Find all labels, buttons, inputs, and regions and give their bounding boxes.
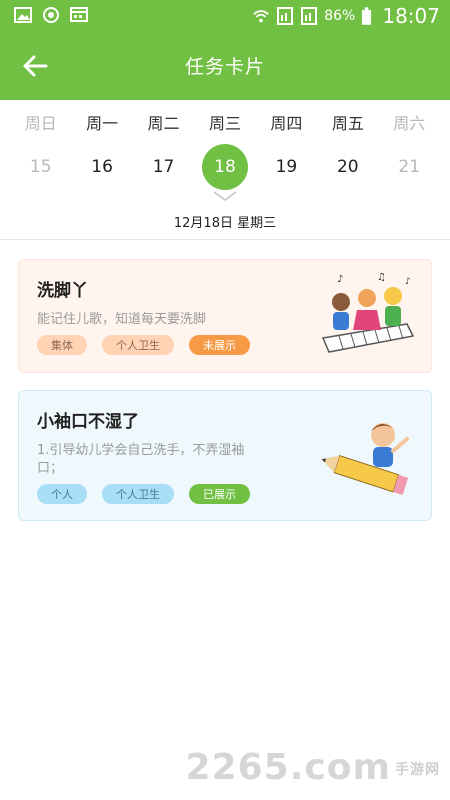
battery-icon [362,6,372,25]
wifi-icon [253,10,270,23]
weekday-label: 周一 [86,114,119,133]
calendar-day[interactable]: 周二 17 [133,110,194,190]
app-header: 86% 18:07 任务卡片 [0,0,450,100]
status-bar: 86% 18:07 [0,0,450,32]
calendar-day[interactable]: 周五 20 [317,110,378,190]
calendar-day[interactable]: 周三 18 [194,110,255,190]
tag-status: 已展示 [189,484,250,504]
sync-icon [43,7,59,23]
weekday-label: 周三 [208,114,241,133]
calendar-day[interactable]: 周四 19 [256,110,317,190]
site-watermark: 2265.com 手游网 [186,747,440,788]
kids-music-illustration: ♪ ♫ ♪ [321,272,415,353]
calendar-day[interactable]: 周六 21 [379,110,440,190]
calendar-grid-icon [70,7,88,22]
date-number: 17 [152,157,175,177]
task-card[interactable]: 洗脚丫 能记住儿歌，知道每天要洗脚 集体 个人卫生 未展示 ♪ ♫ ♪ [18,259,432,373]
card-description: 1.引导幼儿学会自己洗手，不弄湿袖口； [37,443,245,476]
watermark-brand: 2265 [185,747,290,788]
svg-text:♫: ♫ [377,272,386,283]
date-number: 20 [336,157,359,177]
weekday-label: 周四 [270,114,303,133]
date-number: 19 [275,157,298,177]
watermark-suffix: .com [289,747,391,788]
nav-bar: 任务卡片 [0,40,450,92]
date-number: 16 [91,157,113,177]
tag-category: 个人卫生 [102,335,174,355]
tag-list: 个人 个人卫生 已展示 [37,484,250,504]
sim1-icon [277,7,294,25]
calendar-day[interactable]: 周一 16 [71,110,132,190]
clock: 18:07 [382,4,440,28]
battery-percent: 86% [324,8,356,24]
week-calendar: 周日 15 周一 16 周二 17 周三 18 周四 19 周五 20 周六 21 12月18日 星期三 [0,100,450,240]
tag-list: 集体 个人卫生 未展示 [37,335,250,355]
selected-date-circle: 18 [201,144,248,190]
page-title: 任务卡片 [184,56,265,78]
kid-on-pencil-illustration [321,423,409,495]
tag-category: 个人卫生 [102,484,174,504]
weekday-label: 周二 [147,114,180,133]
gallery-icon [14,7,32,23]
card-description: 能记住儿歌，知道每天要洗脚 [37,312,207,327]
weekday-label: 周六 [393,114,426,133]
chevron-down-icon[interactable] [213,190,237,202]
watermark-sub: 手游网 [395,762,440,778]
date-number: 15 [29,157,52,177]
tag-status: 未展示 [189,335,250,355]
day-strip: 周日 15 周一 16 周二 17 周三 18 周四 19 周五 20 周六 21 [10,110,440,190]
svg-text:♪: ♪ [337,274,343,285]
tag-group: 个人 [37,484,87,504]
weekday-label: 周日 [24,114,57,133]
calendar-day[interactable]: 周日 15 [10,110,71,190]
date-number: 21 [398,157,421,177]
sim2-icon [301,7,318,25]
svg-text:♪: ♪ [405,277,411,287]
weekday-label: 周五 [331,114,364,133]
tag-group: 集体 [37,335,87,355]
selected-date-label: 12月18日 星期三 [173,216,277,231]
task-card[interactable]: 小袖口不湿了 1.引导幼儿学会自己洗手，不弄湿袖口； 个人 个人卫生 已展示 [18,390,432,521]
